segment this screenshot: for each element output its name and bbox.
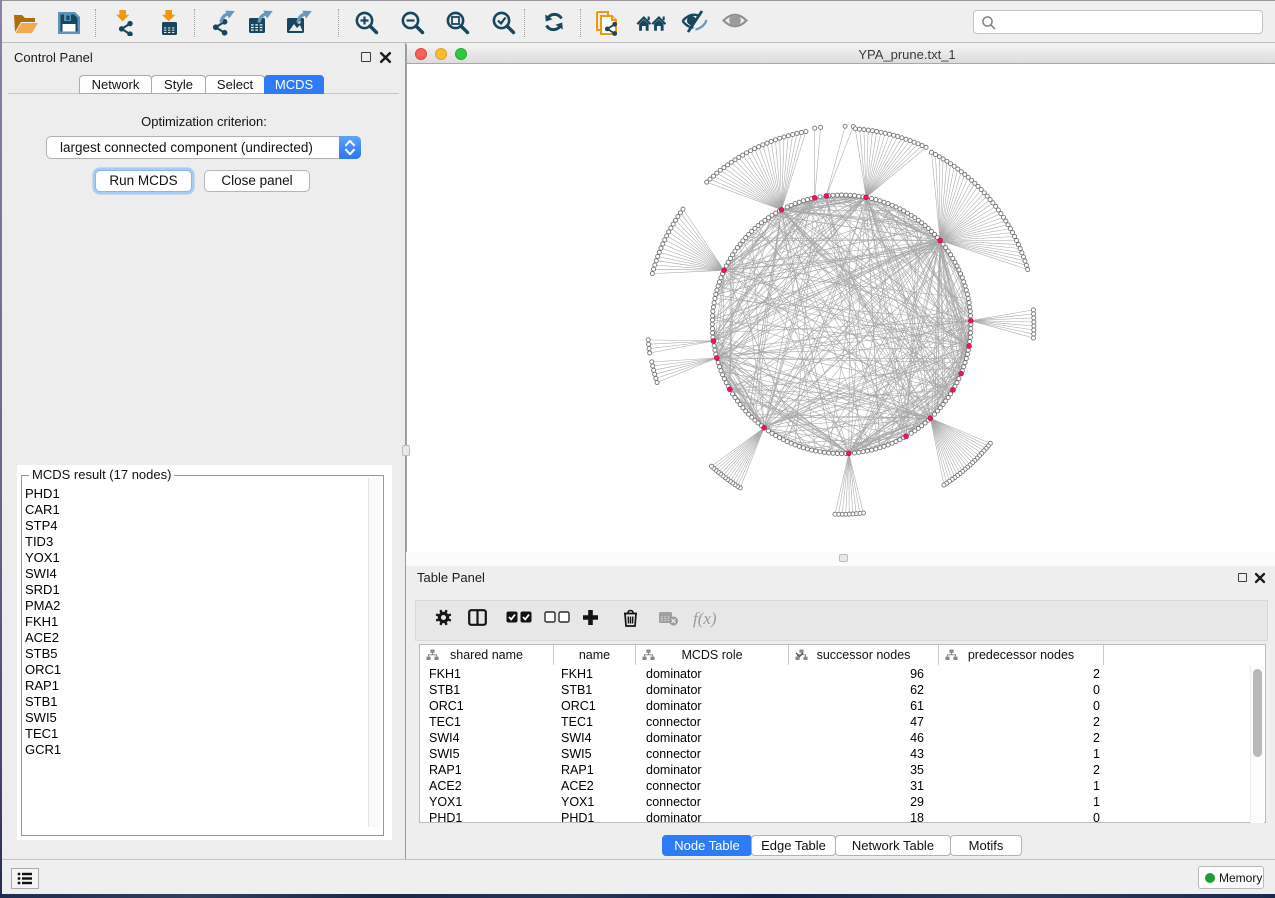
svg-text:f(x): f(x)	[693, 609, 717, 628]
